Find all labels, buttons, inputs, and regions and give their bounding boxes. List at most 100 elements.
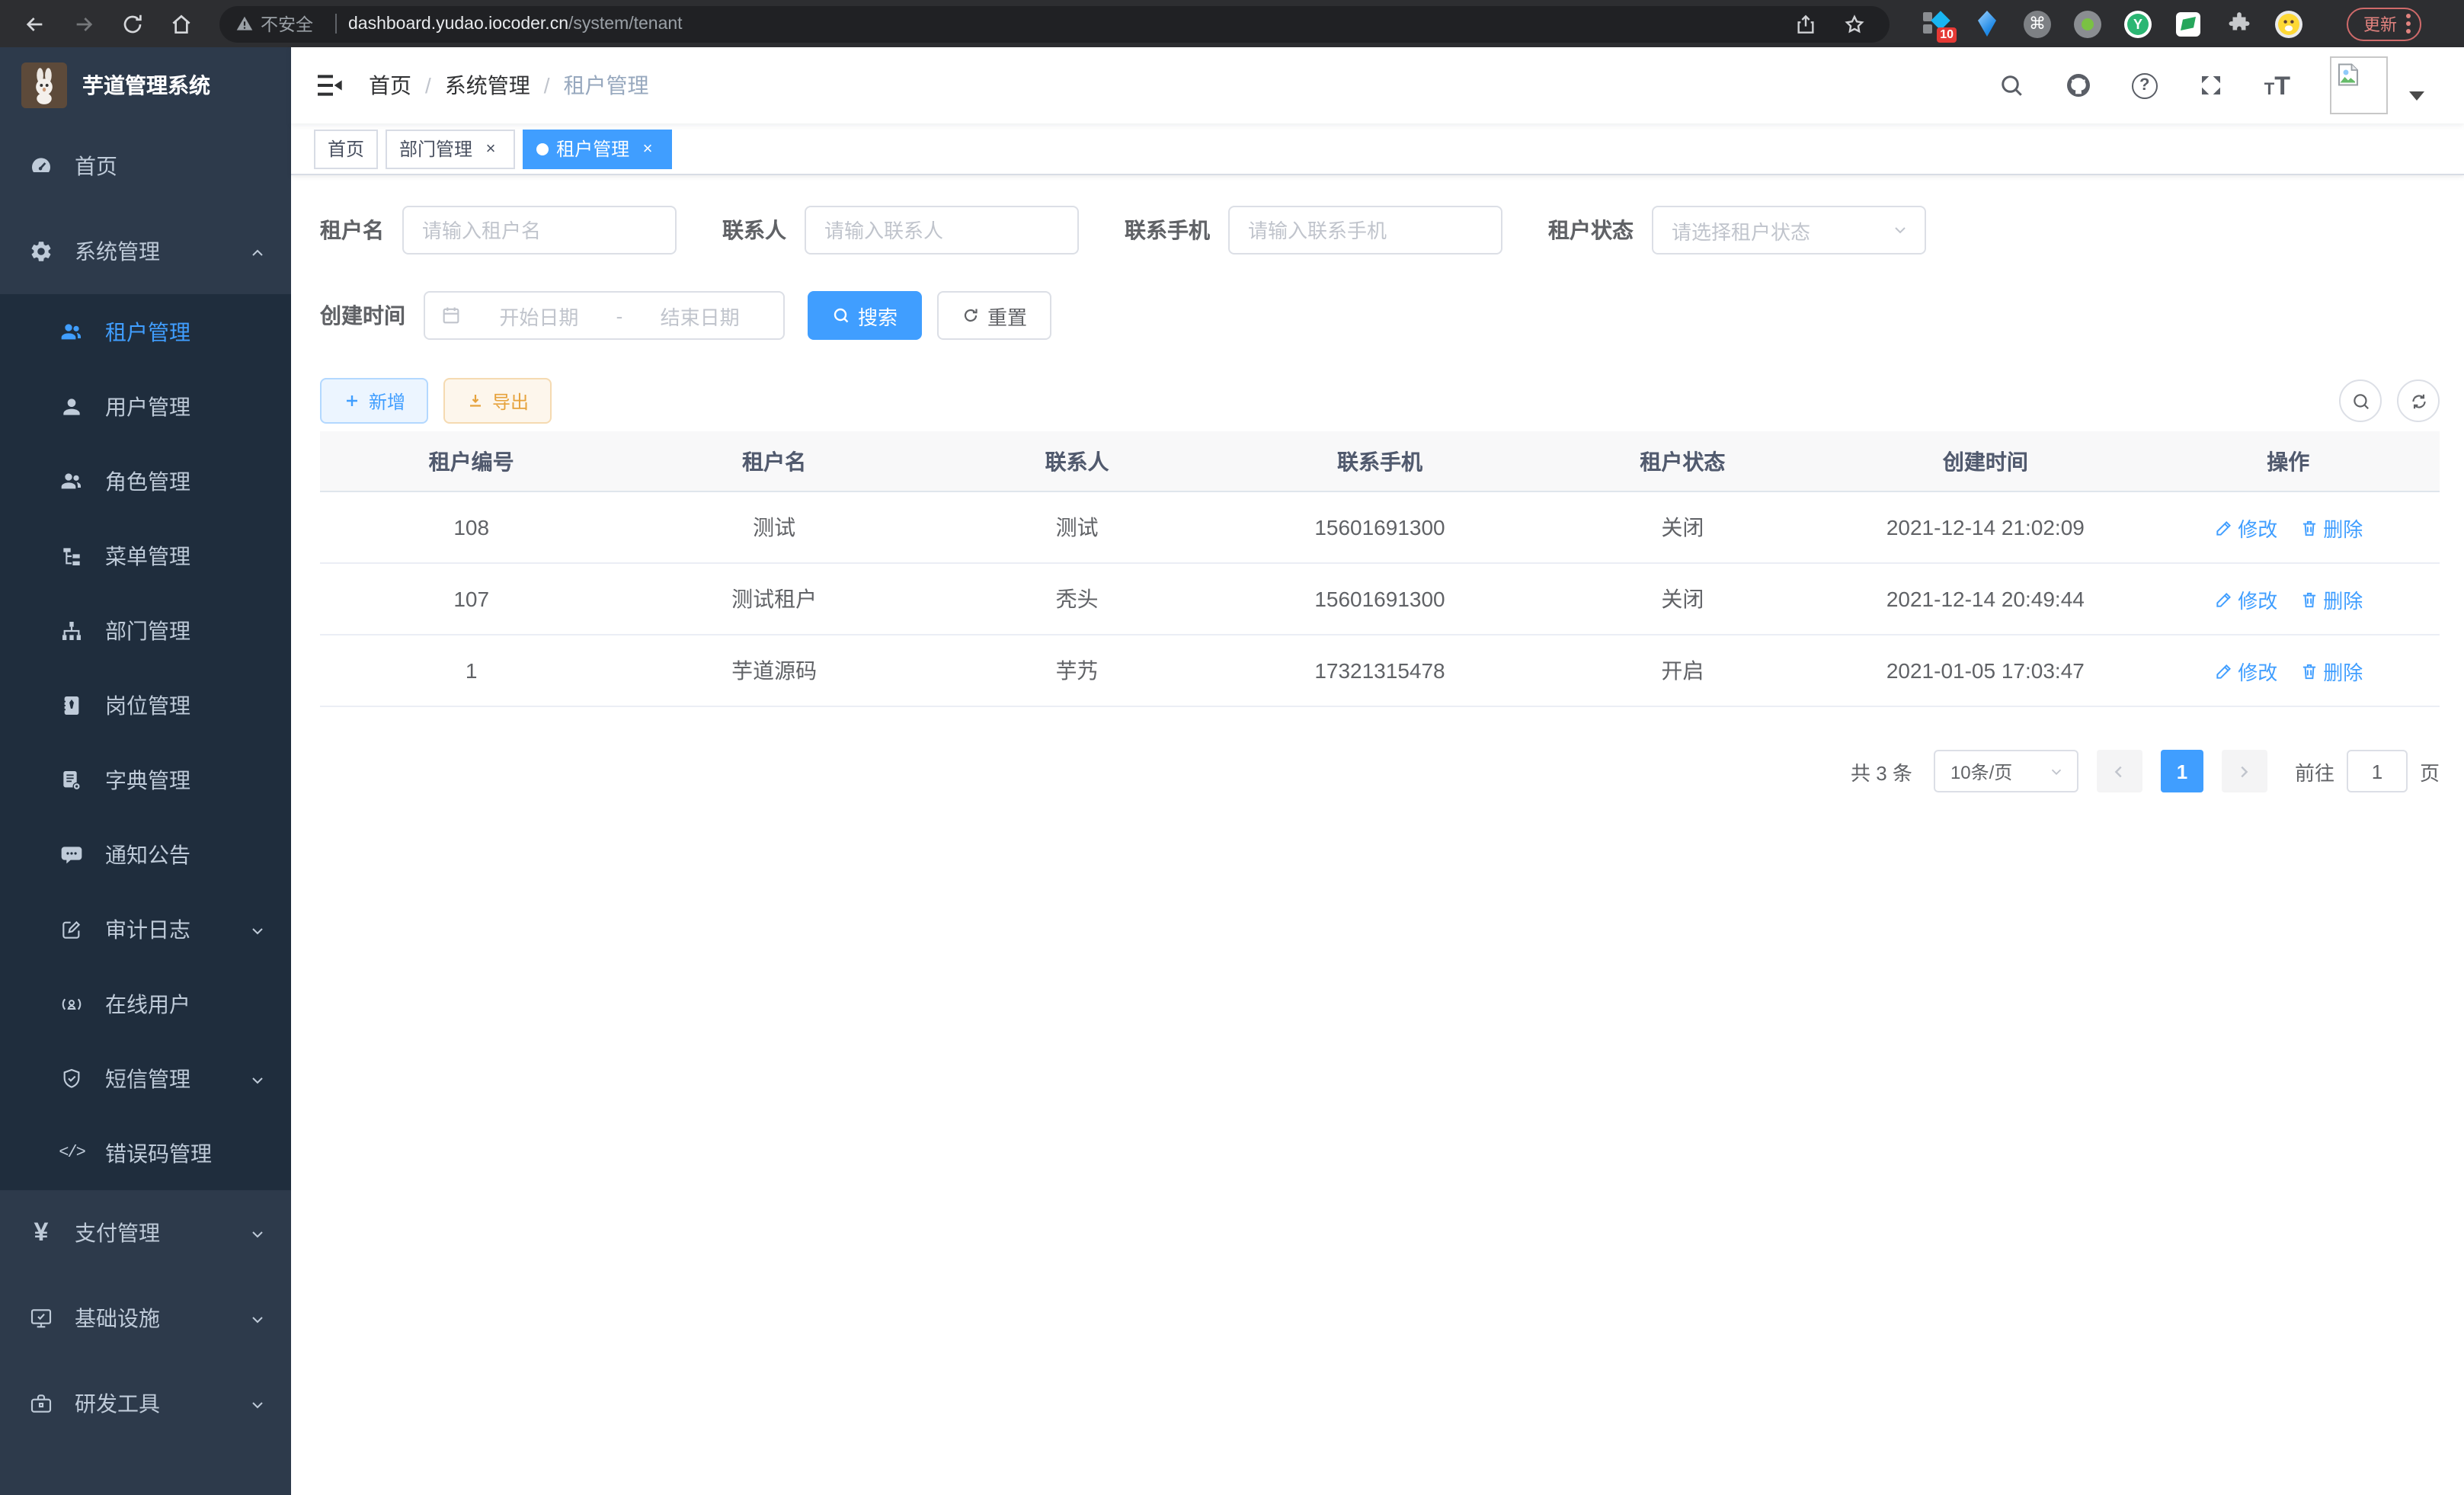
sidebar-item-tenant-management[interactable]: 租户管理	[0, 294, 291, 369]
current-page-button[interactable]: 1	[2161, 750, 2203, 792]
share-icon[interactable]	[1786, 4, 1826, 43]
search-icon[interactable]	[1998, 72, 2025, 99]
sidebar-item-infrastructure[interactable]: 基础设施	[0, 1276, 291, 1361]
delete-label: 删除	[2323, 656, 2363, 685]
sidebar-item-dict-management[interactable]: 字典管理	[0, 742, 291, 817]
chevron-down-icon	[248, 920, 267, 938]
sidebar-collapse-button[interactable]	[291, 47, 367, 123]
sidebar-item-audit-log[interactable]: 审计日志	[0, 892, 291, 966]
search-icon	[2350, 391, 2370, 411]
date-end-placeholder: 结束日期	[632, 301, 768, 330]
status-select[interactable]: 请选择租户状态	[1652, 206, 1926, 255]
avatar[interactable]	[2330, 56, 2388, 114]
sidebar-item-dev-tools[interactable]: 研发工具	[0, 1361, 291, 1446]
bookmark-star-icon[interactable]	[1835, 4, 1874, 43]
refresh-button[interactable]	[2397, 379, 2440, 422]
logo-rabbit-image	[21, 62, 67, 108]
breadcrumb-home[interactable]: 首页	[369, 70, 411, 101]
close-icon[interactable]: ×	[637, 138, 658, 159]
breadcrumb-system[interactable]: 系统管理	[445, 70, 530, 101]
delete-link[interactable]: 删除	[2299, 656, 2363, 685]
browser-update-button[interactable]: 更新	[2347, 7, 2421, 40]
contact-label: 联系人	[722, 215, 786, 245]
close-icon[interactable]: ×	[480, 138, 501, 159]
sidebar-item-sms-management[interactable]: 短信管理	[0, 1041, 291, 1116]
extension-tampermonkey-icon[interactable]: 10	[1923, 10, 1950, 37]
delete-link[interactable]: 删除	[2299, 584, 2363, 613]
sidebar-item-pay-management[interactable]: ¥ 支付管理	[0, 1190, 291, 1276]
tab-tenant-management[interactable]: 租户管理 ×	[523, 129, 672, 168]
sidebar-item-menu-management[interactable]: 菜单管理	[0, 518, 291, 593]
sidebar-item-label: 在线用户	[105, 988, 190, 1019]
sidebar-item-user-management[interactable]: 用户管理	[0, 369, 291, 443]
sidebar-item-notice[interactable]: 通知公告	[0, 817, 291, 892]
tags-view-bar: 首页 部门管理 × 租户管理 ×	[291, 123, 2464, 175]
delete-link[interactable]: 删除	[2299, 513, 2363, 542]
sidebar-item-post-management[interactable]: 岗位管理	[0, 667, 291, 742]
plus-icon	[343, 392, 361, 410]
tab-dept-management[interactable]: 部门管理 ×	[386, 129, 515, 168]
chevron-up-icon	[248, 242, 267, 261]
cell-tenant-id: 107	[320, 587, 622, 611]
phone-input[interactable]	[1228, 206, 1502, 255]
contact-input[interactable]	[805, 206, 1079, 255]
chevron-right-icon	[2236, 763, 2253, 780]
not-secure-label[interactable]: 不安全	[261, 11, 313, 36]
edit-link[interactable]: 修改	[2213, 584, 2277, 613]
status-select-placeholder: 请选择租户状态	[1672, 216, 1810, 245]
search-button-label: 搜索	[858, 301, 898, 330]
sidebar-logo[interactable]: 芋道管理系统	[0, 47, 291, 123]
extension-flag-icon[interactable]	[2174, 10, 2202, 37]
date-range-picker[interactable]: 开始日期 - 结束日期	[424, 291, 785, 340]
extension-y-icon[interactable]: Y	[2124, 10, 2152, 37]
hide-search-button[interactable]	[2339, 379, 2382, 422]
filter-contact: 联系人	[722, 206, 1079, 255]
browser-forward-icon[interactable]	[64, 4, 104, 43]
url-path[interactable]: /system/tenant	[568, 14, 683, 33]
sidebar-item-role-management[interactable]: 角色管理	[0, 443, 291, 518]
browser-menu-icon[interactable]	[2406, 14, 2411, 34]
tab-home[interactable]: 首页	[314, 129, 378, 168]
sidebar-item-error-code-management[interactable]: </> 错误码管理	[0, 1116, 291, 1190]
goto-page-input[interactable]	[2347, 750, 2408, 792]
profile-avatar-icon[interactable]	[2275, 10, 2302, 37]
edit-icon	[2213, 517, 2233, 537]
table-row: 107 测试租户 秃头 15601691300 关闭 2021-12-14 20…	[320, 564, 2440, 635]
cell-phone: 15601691300	[1228, 515, 1531, 539]
extensions-puzzle-icon[interactable]	[2225, 10, 2252, 37]
browser-back-icon[interactable]	[15, 4, 55, 43]
next-page-button[interactable]	[2222, 750, 2267, 792]
page-size-select[interactable]: 10条/页	[1934, 750, 2078, 792]
extension-kite-icon[interactable]	[1973, 10, 2001, 37]
font-size-icon[interactable]: TT	[2264, 72, 2290, 98]
phone-label: 联系手机	[1125, 215, 1210, 245]
export-button[interactable]: 导出	[443, 378, 552, 424]
extension-command-icon[interactable]: ⌘	[2024, 10, 2051, 37]
add-button-label: 新增	[369, 388, 405, 414]
avatar-caret-icon[interactable]	[2409, 91, 2424, 101]
url-host[interactable]: dashboard.yudao.iocoder.cn	[348, 14, 568, 33]
cell-actions: 修改 删除	[2137, 584, 2440, 613]
sidebar-item-system-management[interactable]: 系统管理	[0, 209, 291, 294]
address-bar[interactable]: 不安全 dashboard.yudao.iocoder.cn/system/te…	[219, 5, 1890, 42]
add-button[interactable]: 新增	[320, 378, 428, 424]
edit-link[interactable]: 修改	[2213, 513, 2277, 542]
sidebar-item-dept-management[interactable]: 部门管理	[0, 593, 291, 667]
sidebar-item-online-user[interactable]: 在线用户	[0, 966, 291, 1041]
tenant-name-input[interactable]	[402, 206, 677, 255]
col-actions: 操作	[2137, 446, 2440, 476]
extension-recorder-icon[interactable]	[2074, 10, 2101, 37]
fullscreen-icon[interactable]	[2197, 72, 2225, 99]
github-icon[interactable]	[2065, 72, 2092, 99]
yen-icon: ¥	[27, 1218, 55, 1248]
help-icon[interactable]: ?	[2132, 72, 2158, 98]
sidebar-item-label: 短信管理	[105, 1063, 190, 1093]
reset-button[interactable]: 重置	[937, 291, 1051, 340]
browser-reload-icon[interactable]	[113, 4, 152, 43]
edit-link[interactable]: 修改	[2213, 656, 2277, 685]
sidebar-item-label: 岗位管理	[105, 690, 190, 720]
search-button[interactable]: 搜索	[808, 291, 922, 340]
sidebar-item-home[interactable]: 首页	[0, 123, 291, 209]
prev-page-button[interactable]	[2097, 750, 2142, 792]
browser-home-icon[interactable]	[162, 4, 201, 43]
